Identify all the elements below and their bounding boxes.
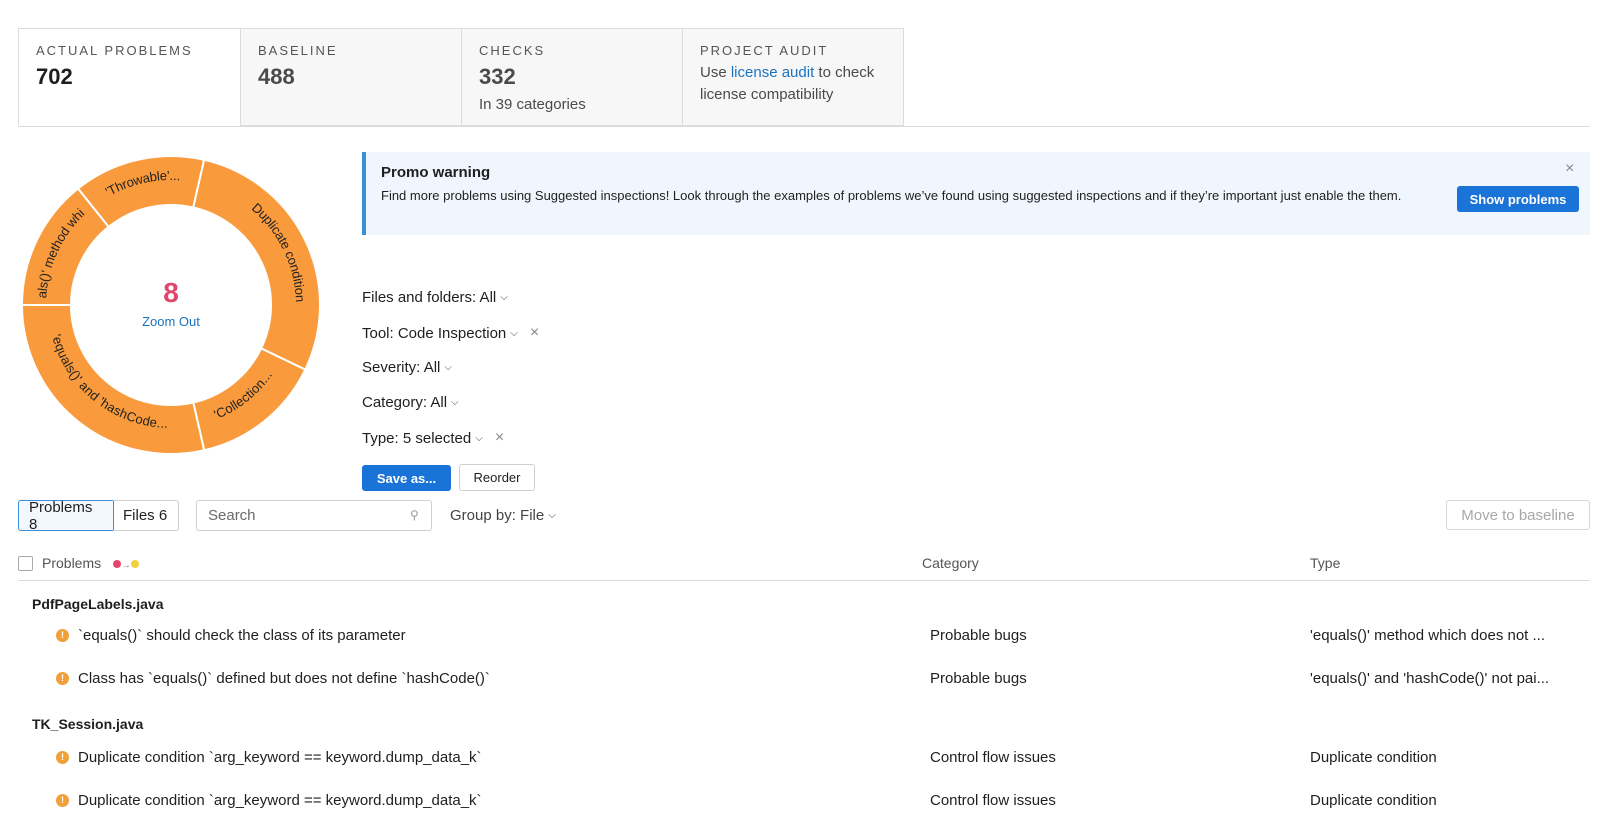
search-icon: ⚲ <box>410 508 419 522</box>
problem-text[interactable]: `equals()` should check the class of its… <box>78 627 406 644</box>
chevron-down-icon: ⌵ <box>475 432 483 444</box>
tab-value: 488 <box>258 64 295 89</box>
problem-type: 'equals()' and 'hashCode()' not pai... <box>1310 670 1550 687</box>
problem-type: 'equals()' method which does not ... <box>1310 627 1546 644</box>
warning-icon: ! <box>56 794 69 807</box>
filter-severity[interactable]: Severity: All ⌵ <box>362 359 452 376</box>
chevron-down-icon: ⌵ <box>451 397 459 408</box>
group-by-dropdown[interactable]: Group by: File ⌵ <box>450 507 556 524</box>
save-as-button[interactable]: Save as... <box>362 465 451 491</box>
problem-category: Probable bugs <box>930 670 1027 687</box>
tab-value: 332 <box>479 64 516 89</box>
chevron-down-icon: ⌵ <box>510 327 518 339</box>
select-all-checkbox[interactable] <box>18 556 33 571</box>
promo-title: Promo warning <box>381 164 491 181</box>
move-to-baseline-button[interactable]: Move to baseline <box>1446 500 1590 530</box>
chart-center-value: 8 <box>163 277 179 308</box>
group-by-label: Group by: File <box>450 507 545 524</box>
license-audit-link[interactable]: license audit <box>731 64 814 81</box>
filter-type[interactable]: Type: 5 selected ⌵ × <box>362 429 504 447</box>
problem-type: Duplicate condition <box>1310 749 1437 766</box>
filter-tool[interactable]: Tool: Code Inspection ⌵ × <box>362 324 539 342</box>
tab-label: CHECKS <box>479 43 546 58</box>
tab-label: PROJECT AUDIT <box>700 43 829 58</box>
filter-tool-label: Tool: Code Inspection <box>362 324 507 342</box>
warning-icon: ! <box>56 751 69 764</box>
promo-text: Find more problems using Suggested inspe… <box>381 188 1402 203</box>
reorder-button[interactable]: Reorder <box>459 464 535 491</box>
filter-type-label: Type: 5 selected <box>362 429 472 447</box>
column-header-problems[interactable]: Problems → <box>42 555 140 571</box>
sunburst-chart: 'equals()' method which ...'Throwable'..… <box>18 152 321 455</box>
tab-divider <box>18 126 1590 127</box>
column-header-category[interactable]: Category <box>922 555 979 571</box>
file-group-title[interactable]: TK_Session.java <box>32 716 143 732</box>
filter-category-label: Category: All <box>362 394 448 411</box>
filter-severity-label: Severity: All <box>362 359 441 376</box>
tab-subtitle: In 39 categories <box>479 96 586 113</box>
tab-label: ACTUAL PROBLEMS <box>36 43 193 58</box>
problem-category: Control flow issues <box>930 792 1056 809</box>
tab-problems[interactable]: Problems 8 <box>18 499 114 533</box>
problem-text[interactable]: Duplicate condition `arg_keyword == keyw… <box>78 749 482 766</box>
arrow-right-icon: → <box>121 560 132 571</box>
tab-checks[interactable]: CHECKS 332 In 39 categories <box>461 28 683 126</box>
header-divider <box>18 580 1590 581</box>
severity-high-icon <box>113 560 122 569</box>
problem-text[interactable]: Duplicate condition `arg_keyword == keyw… <box>78 792 482 809</box>
promo-banner: Promo warning Find more problems using S… <box>362 152 1590 235</box>
problem-category: Control flow issues <box>930 749 1056 766</box>
tab-baseline[interactable]: BASELINE 488 <box>240 28 462 126</box>
chevron-down-icon: ⌵ <box>548 510 556 521</box>
warning-icon: ! <box>56 629 69 642</box>
filter-files-label: Files and folders: All <box>362 289 497 306</box>
tab-actual-problems[interactable]: ACTUAL PROBLEMS 702 <box>18 28 241 126</box>
tab-project-audit[interactable]: PROJECT AUDIT Use license audit to check… <box>682 28 904 126</box>
problem-category: Probable bugs <box>930 627 1027 644</box>
tab-files[interactable]: Files 6 <box>113 500 179 531</box>
zoom-out-link[interactable]: Zoom Out <box>142 314 200 329</box>
filter-category[interactable]: Category: All ⌵ <box>362 394 459 411</box>
file-group-title[interactable]: PdfPageLabels.java <box>32 596 164 612</box>
clear-type-icon[interactable]: × <box>495 429 504 447</box>
chevron-down-icon: ⌵ <box>500 292 508 303</box>
close-icon[interactable]: × <box>1565 160 1574 178</box>
chevron-down-icon: ⌵ <box>444 362 452 373</box>
tab-label: BASELINE <box>258 43 338 58</box>
clear-tool-icon[interactable]: × <box>530 324 539 342</box>
search-input[interactable] <box>196 500 432 531</box>
severity-low-icon <box>131 560 140 569</box>
problem-text[interactable]: Class has `equals()` defined but does no… <box>78 670 490 687</box>
problem-type: Duplicate condition <box>1310 792 1437 809</box>
tab-description: Use license audit to check license compa… <box>700 64 875 103</box>
show-problems-button[interactable]: Show problems <box>1457 186 1579 212</box>
warning-icon: ! <box>56 672 69 685</box>
filter-files[interactable]: Files and folders: All ⌵ <box>362 289 508 306</box>
column-header-type[interactable]: Type <box>1310 555 1340 571</box>
tab-value: 702 <box>36 64 73 89</box>
